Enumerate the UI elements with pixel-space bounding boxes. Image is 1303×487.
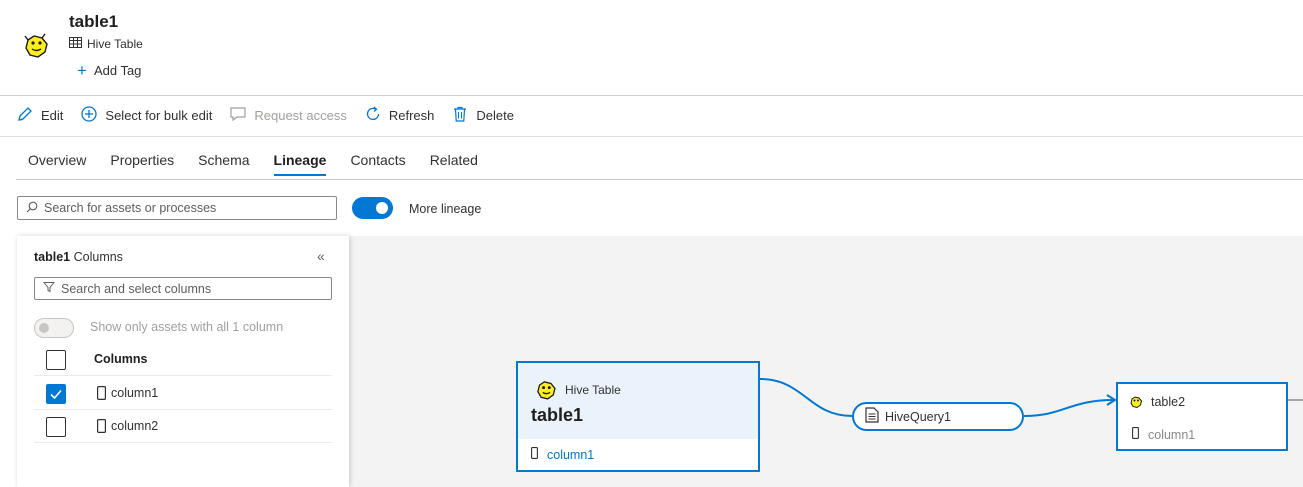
- tab-related[interactable]: Related: [430, 152, 478, 175]
- column-row[interactable]: column2: [34, 410, 332, 443]
- asset-type-label: Hive Table: [87, 37, 143, 51]
- tab-overview[interactable]: Overview: [28, 152, 86, 175]
- refresh-label: Refresh: [388, 107, 435, 123]
- search-icon: [26, 201, 38, 216]
- node-name: table2: [1151, 395, 1186, 409]
- edit-button[interactable]: Edit: [16, 105, 63, 126]
- tab-schema[interactable]: Schema: [198, 152, 249, 175]
- columns-header: Columns: [94, 352, 148, 366]
- refresh-button[interactable]: Refresh: [364, 105, 435, 126]
- request-access-button[interactable]: Request access: [229, 105, 347, 126]
- node-name: table1: [531, 405, 584, 425]
- show-only-label: Show only assets with all 1 column: [90, 320, 284, 334]
- column-icon: [1132, 427, 1139, 442]
- asset-search-box: [17, 196, 337, 220]
- more-lineage-label: More lineage: [409, 202, 482, 216]
- bulk-edit-label: Select for bulk edit: [105, 107, 213, 123]
- tab-lineage[interactable]: Lineage: [273, 152, 326, 176]
- show-only-toggle[interactable]: [34, 318, 74, 338]
- lineage-process-node[interactable]: HiveQuery1: [852, 402, 1024, 431]
- delete-icon: [451, 105, 469, 126]
- asset-search-input[interactable]: [44, 201, 324, 215]
- select-all-checkbox[interactable]: [46, 350, 66, 370]
- more-lineage-toggle[interactable]: [352, 197, 393, 219]
- node-column-label: column1: [1148, 427, 1196, 442]
- delete-label: Delete: [476, 107, 514, 123]
- command-toolbar: Edit Select for bulk edit Request access…: [16, 104, 531, 126]
- tab-bar: Overview Properties Schema Lineage Conta…: [16, 152, 490, 176]
- column-search-box: [34, 277, 332, 300]
- process-name: HiveQuery1: [885, 409, 951, 424]
- columns-header-row: Columns: [34, 343, 332, 376]
- refresh-icon: [364, 105, 382, 126]
- column-checkbox[interactable]: [46, 417, 66, 437]
- comment-icon: [229, 105, 247, 126]
- column-icon: [97, 419, 107, 438]
- edit-label: Edit: [41, 107, 64, 123]
- node-type-label: Hive Table: [565, 383, 621, 397]
- column-icon: [97, 386, 107, 405]
- tab-contacts[interactable]: Contacts: [350, 152, 405, 175]
- column-icon: [531, 447, 538, 462]
- tab-divider: [16, 179, 1303, 180]
- edit-icon: [16, 105, 34, 126]
- delete-button[interactable]: Delete: [451, 105, 514, 126]
- column-search-input[interactable]: [61, 281, 321, 296]
- toolbar-divider: [0, 136, 1303, 137]
- column-name: column1: [111, 386, 159, 400]
- add-circle-icon: [80, 105, 98, 126]
- bulk-edit-button[interactable]: Select for bulk edit: [80, 105, 212, 126]
- request-access-label: Request access: [254, 107, 347, 123]
- hive-logo-icon: [20, 30, 52, 62]
- columns-panel: table1 Columns « Show only assets with a…: [17, 236, 349, 487]
- add-tag-label: Add Tag: [93, 63, 142, 78]
- plus-icon: +: [77, 61, 87, 80]
- node-column-link[interactable]: column1: [531, 447, 594, 462]
- column-row[interactable]: column1: [34, 377, 332, 410]
- tab-properties[interactable]: Properties: [110, 152, 174, 175]
- table-icon: [69, 37, 82, 51]
- hive-logo-icon: [1128, 394, 1144, 410]
- lineage-canvas[interactable]: Hive Table table1 column1 HiveQuery1 tab…: [349, 236, 1303, 487]
- column-checkbox[interactable]: [46, 384, 66, 404]
- lineage-node-table1[interactable]: Hive Table table1 column1: [516, 361, 760, 472]
- filter-icon: [42, 280, 56, 298]
- asset-type: Hive Table: [69, 37, 143, 51]
- node-column-label-row: column1: [1132, 427, 1195, 442]
- add-tag-button[interactable]: + Add Tag: [77, 62, 141, 79]
- column-name: column2: [111, 419, 159, 433]
- document-icon: [865, 407, 879, 426]
- lineage-node-table2[interactable]: table2 column1: [1116, 382, 1288, 451]
- header-divider: [0, 95, 1303, 96]
- chevron-double-left-icon[interactable]: «: [317, 248, 325, 264]
- panel-title: table1 Columns: [34, 250, 123, 264]
- hive-logo-icon: [533, 377, 559, 403]
- node-column-label: column1: [547, 447, 595, 462]
- asset-title: table1: [69, 12, 119, 31]
